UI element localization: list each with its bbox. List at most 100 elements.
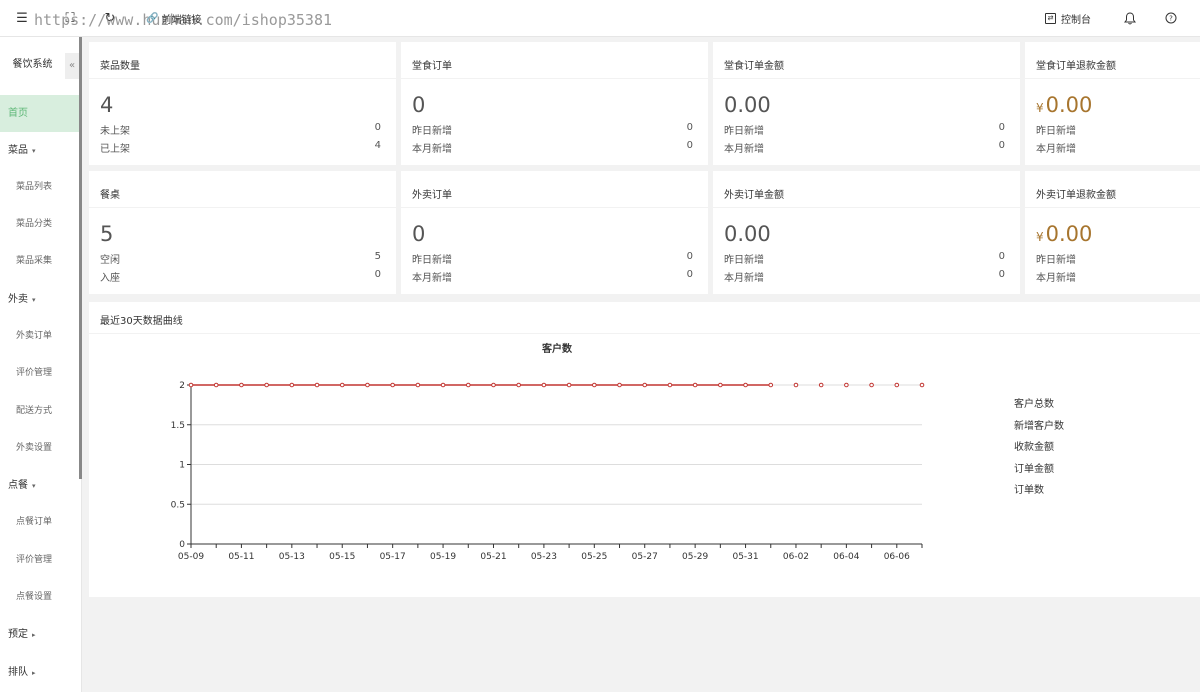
legend-item[interactable]: 订单金额 (1014, 463, 1064, 485)
card-title: 堂食订单 (412, 61, 452, 72)
card-title: 外卖订单金额 (724, 190, 784, 201)
data-point (844, 382, 849, 388)
card-divider (401, 78, 708, 79)
row-value: 0 (374, 269, 381, 280)
row-label: 本月新增 (412, 144, 452, 155)
row-label: 已上架 (100, 144, 130, 155)
card-value-amount: 0.00 (1045, 93, 1093, 117)
row-label: 本月新增 (1036, 273, 1076, 284)
sidebar-item-delivery[interactable]: 配送方式 (0, 393, 79, 430)
collapse-button[interactable]: « (65, 53, 79, 79)
row-value: 0 (686, 251, 693, 262)
data-point (264, 382, 269, 388)
row-value: 0 (686, 269, 693, 280)
data-point (440, 382, 446, 388)
card-row: 未上架 0 (100, 122, 381, 137)
card-title: 外卖订单 (412, 190, 452, 201)
sidebar-item-label: 菜品 (8, 145, 28, 156)
sidebar-item-dish-list[interactable]: 菜品列表 (0, 169, 79, 206)
card-row: 昨日新增 0 (412, 251, 693, 266)
x-tick-label: 05-13 (279, 552, 305, 562)
row-value: 4 (374, 140, 381, 151)
data-point (818, 382, 824, 388)
chart-title: 客户数 (541, 342, 573, 355)
currency-symbol: ¥ (1036, 230, 1044, 244)
console-icon: ⇄ (1045, 13, 1056, 24)
row-label: 昨日新增 (724, 255, 764, 266)
row-label: 昨日新增 (412, 126, 452, 137)
data-point (642, 382, 648, 388)
card-row: 昨日新增 0 (724, 122, 1005, 137)
data-point (314, 382, 320, 388)
y-tick-label: 0 (179, 540, 185, 550)
card-title: 堂食订单退款金额 (1036, 61, 1116, 72)
data-point (919, 382, 925, 388)
data-point (793, 382, 799, 388)
legend-item[interactable]: 新增客户数 (1014, 420, 1064, 442)
data-point (566, 382, 572, 388)
x-tick-label: 06-06 (884, 552, 910, 562)
chevron-down-icon: ▾ (32, 482, 36, 490)
sidebar-item-takeout-reviews[interactable]: 评价管理 (0, 355, 79, 392)
card-row: 本月新增 (1036, 269, 1185, 284)
card-divider (401, 207, 708, 208)
link-icon: 🔗 (146, 13, 159, 24)
sidebar-item-reservation[interactable]: 预定 ▸ (0, 616, 79, 653)
front-link[interactable]: 🔗 前端链接 (146, 11, 201, 26)
legend-item[interactable]: 收款金额 (1014, 441, 1064, 463)
x-tick-label: 05-19 (430, 552, 456, 562)
data-point (491, 382, 496, 388)
legend-item[interactable]: 客户总数 (1014, 398, 1064, 420)
data-point (869, 382, 874, 388)
x-tick-label: 05-25 (581, 552, 607, 562)
console-link[interactable]: ⇄ 控制台 (1045, 11, 1091, 26)
sidebar-item-label: 外卖 (8, 294, 28, 305)
sidebar-item-dishes[interactable]: 菜品 ▾ (0, 132, 79, 169)
card-row: 昨日新增 0 (724, 251, 1005, 266)
top-bar: ☰ ⛶ ↻ https://www.huzhan.com/ishop35381 … (0, 0, 1200, 37)
row-value: 0 (686, 122, 693, 133)
sidebar-item-takeout-orders[interactable]: 外卖订单 (0, 318, 79, 355)
data-point (718, 382, 723, 388)
card-row: 本月新增 0 (724, 269, 1005, 284)
data-point (541, 382, 547, 388)
menu-icon[interactable]: ☰ (14, 10, 30, 26)
card-title: 餐桌 (100, 190, 120, 201)
row-value: 0 (374, 122, 381, 133)
sidebar-item-label: 点餐 (8, 480, 28, 491)
legend-item[interactable]: 订单数 (1014, 484, 1064, 506)
data-point (339, 382, 345, 388)
x-tick-label: 06-04 (833, 552, 859, 562)
card-row: 空闲 5 (100, 251, 381, 266)
front-link-label: 前端链接 (161, 15, 202, 26)
sidebar-item-queue[interactable]: 排队 ▸ (0, 654, 79, 691)
card-value: 0.00 (724, 222, 771, 246)
sidebar-item-home[interactable]: 首页 (0, 95, 79, 132)
data-point (692, 382, 698, 388)
card-value: 0 (412, 222, 426, 246)
sidebar-item-dine-settings[interactable]: 点餐设置 (0, 579, 79, 616)
sidebar-item-dish-category[interactable]: 菜品分类 (0, 206, 79, 243)
help-icon[interactable]: ? (1163, 10, 1179, 26)
sidebar-item-dine-reviews[interactable]: 评价管理 (0, 542, 79, 579)
card-divider (1025, 78, 1200, 79)
sidebar-scrollbar[interactable] (79, 37, 82, 479)
sidebar-item-dine-orders[interactable]: 点餐订单 (0, 504, 79, 541)
row-label: 本月新增 (412, 273, 452, 284)
row-label: 昨日新增 (724, 126, 764, 137)
sidebar-item-takeout-settings[interactable]: 外卖设置 (0, 430, 79, 467)
y-tick-label: 2 (179, 381, 185, 391)
sidebar-item-dine-in[interactable]: 点餐 ▾ (0, 467, 79, 504)
data-point (516, 382, 521, 388)
row-label: 昨日新增 (1036, 126, 1076, 137)
x-tick-label: 05-27 (632, 552, 658, 562)
x-tick-label: 06-02 (783, 552, 809, 562)
stat-card-takeout-amount: 外卖订单金额 0.00 昨日新增 0 本月新增 0 (713, 171, 1020, 294)
sidebar-item-dish-collect[interactable]: 菜品采集 (0, 243, 79, 280)
sidebar-item-takeout[interactable]: 外卖 ▾ (0, 281, 79, 318)
bell-icon[interactable] (1122, 10, 1138, 26)
x-tick-label: 05-29 (682, 552, 708, 562)
card-title: 外卖订单退款金额 (1036, 190, 1116, 201)
card-row: 昨日新增 (1036, 122, 1185, 137)
data-point (289, 382, 295, 388)
